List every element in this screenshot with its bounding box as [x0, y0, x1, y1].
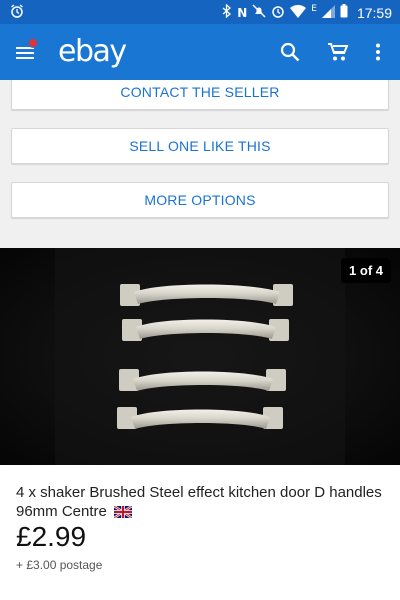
product-image	[0, 248, 400, 465]
status-bar: N E 17:59	[0, 0, 400, 24]
more-options-button[interactable]: MORE OPTIONS	[11, 182, 389, 218]
network-type-label: E	[311, 3, 317, 14]
postage-cost: + £3.00 postage	[16, 558, 103, 572]
app-bar: ebay	[0, 24, 400, 80]
wifi-icon	[290, 4, 307, 21]
listing-title: 4 x shaker Brushed Steel effect kitchen …	[16, 483, 386, 523]
image-gallery[interactable]: 1 of 4	[0, 248, 400, 465]
menu-button[interactable]	[12, 38, 40, 66]
contact-seller-button[interactable]: CONTACT THE SELLER	[11, 80, 389, 110]
listing-details: 4 x shaker Brushed Steel effect kitchen …	[0, 465, 400, 600]
more-vert-icon	[376, 43, 380, 61]
listing-content[interactable]: CONTACT THE SELLER SELL ONE LIKE THIS MO…	[0, 80, 400, 600]
search-button[interactable]	[276, 38, 304, 66]
alarm-status-icon	[271, 4, 285, 21]
signal-icon	[321, 4, 335, 21]
listing-price: £2.99	[16, 521, 87, 552]
nfc-icon: N	[237, 5, 248, 20]
more-options-menu-button[interactable]	[364, 38, 392, 66]
alarm-icon	[10, 4, 24, 22]
image-counter: 1 of 4	[341, 258, 391, 283]
battery-icon	[340, 4, 348, 21]
sell-one-like-this-button[interactable]: SELL ONE LIKE THIS	[11, 128, 389, 164]
cart-icon	[328, 43, 349, 61]
cart-button[interactable]	[324, 38, 352, 66]
uk-flag-icon	[113, 504, 133, 523]
search-icon	[280, 42, 300, 62]
ebay-logo[interactable]: ebay	[58, 34, 127, 69]
listing-title-text: 4 x shaker Brushed Steel effect kitchen …	[16, 484, 382, 520]
mute-icon	[252, 4, 266, 21]
notification-dot	[28, 38, 38, 48]
bluetooth-icon	[222, 3, 232, 21]
clock: 17:59	[356, 4, 392, 21]
